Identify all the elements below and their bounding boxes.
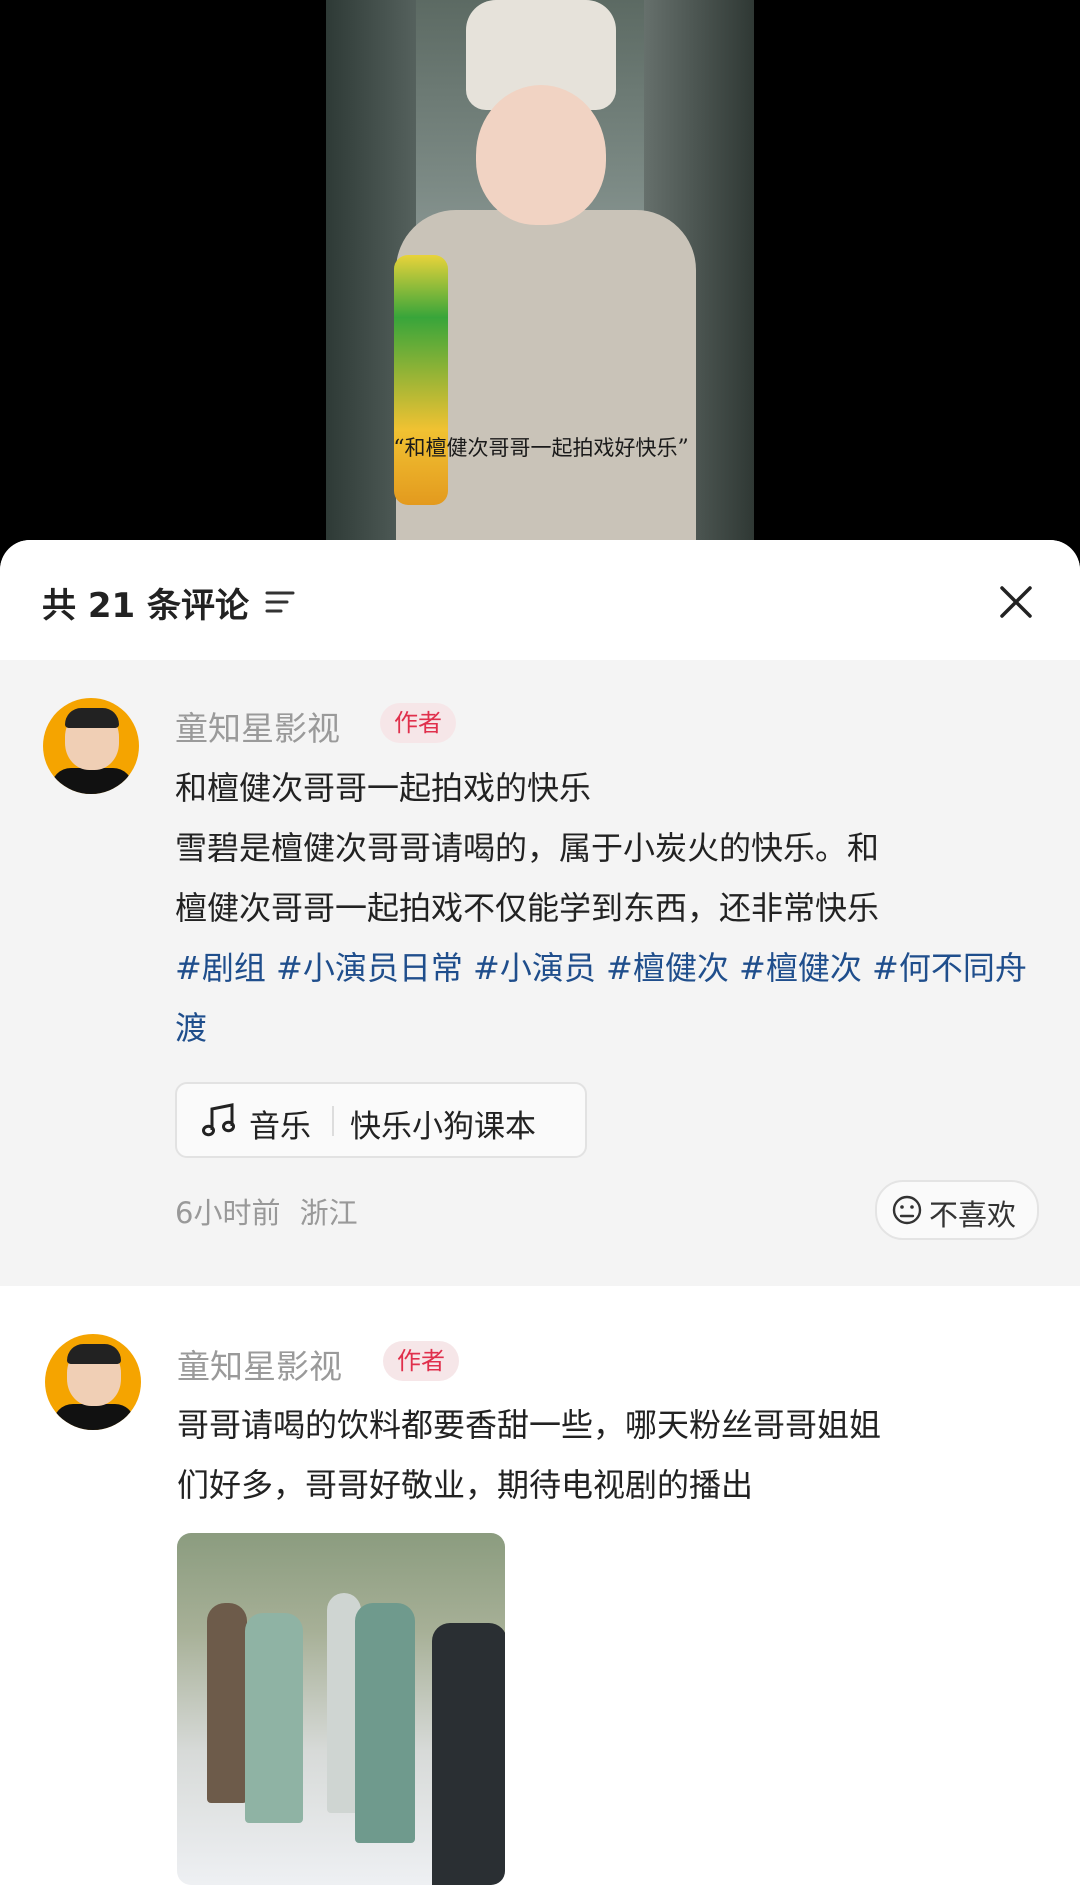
avatar-shirt	[51, 768, 133, 794]
avatar-hair	[65, 708, 119, 728]
comment-text: 哥哥请喝的饮料都要香甜一些，哪天粉丝哥哥姐姐 们好多，哥哥好敬业，期待电视剧的播…	[177, 1395, 1037, 1515]
comment-text: 和檀健次哥哥一起拍戏的快乐 雪碧是檀健次哥哥请喝的，属于小炭火的快乐。和 檀健次…	[175, 758, 1035, 1058]
music-chip[interactable]: 音乐 快乐小狗课本	[175, 1082, 587, 1158]
music-label: 音乐	[249, 1109, 311, 1145]
comment-author[interactable]: 童知星影视	[177, 1340, 342, 1388]
video-figure-face	[476, 85, 606, 225]
comment-line: 哥哥请喝的饮料都要香甜一些，哪天粉丝哥哥姐姐	[177, 1406, 882, 1444]
comment-author[interactable]: 童知星影视	[175, 702, 340, 750]
author-badge: 作者	[383, 1341, 459, 1381]
photo-figure	[207, 1603, 247, 1803]
hashtag[interactable]: #檀健次	[739, 949, 862, 987]
avatar[interactable]	[45, 1334, 141, 1430]
comment-meta: 6小时前 浙江	[175, 1190, 358, 1232]
comment-sheet-header: 共 21 条评论	[0, 540, 1080, 660]
sort-icon[interactable]	[265, 590, 295, 614]
comment-location: 浙江	[299, 1196, 358, 1230]
comment-line: 和檀健次哥哥一起拍戏的快乐	[175, 769, 592, 807]
photo-figure	[432, 1623, 505, 1885]
hashtag[interactable]: #小演员	[473, 949, 596, 987]
avatar[interactable]	[43, 698, 139, 794]
photo-figure	[355, 1603, 415, 1843]
hashtag[interactable]: #小演员日常	[276, 949, 463, 987]
close-icon[interactable]	[996, 582, 1036, 622]
unhappy-face-icon	[892, 1195, 922, 1225]
author-badge: 作者	[380, 703, 456, 743]
avatar-hair	[67, 1344, 121, 1364]
comment-photo[interactable]	[177, 1533, 505, 1885]
dislike-label: 不喜欢	[929, 1198, 1017, 1232]
comment-item	[0, 1286, 1080, 1885]
hashtag[interactable]: #剧组	[175, 949, 266, 987]
music-title: 快乐小狗课本	[350, 1109, 536, 1145]
video-caption: “和檀健次哥哥一起拍戏好快乐”	[393, 436, 689, 461]
comment-line: 雪碧是檀健次哥哥请喝的，属于小炭火的快乐。和	[175, 829, 880, 867]
hashtag-line: #剧组 #小演员日常 #小演员 #檀健次 #檀健次 #何不同舟渡	[175, 938, 1035, 1058]
hashtag[interactable]: #檀健次	[606, 949, 729, 987]
video-drink-bottle	[394, 255, 448, 505]
comment-line: 檀健次哥哥一起拍戏不仅能学到东西，还非常快乐	[175, 889, 880, 927]
comment-line: 们好多，哥哥好敬业，期待电视剧的播出	[177, 1466, 754, 1504]
video-player[interactable]: “和檀健次哥哥一起拍戏好快乐”	[326, 0, 754, 545]
music-divider	[332, 1106, 334, 1136]
dislike-button[interactable]: 不喜欢	[875, 1180, 1039, 1240]
music-note-icon	[202, 1103, 235, 1137]
photo-figure	[245, 1613, 303, 1823]
avatar-shirt	[53, 1404, 135, 1430]
comment-count-title: 共 21 条评论	[42, 586, 249, 626]
comment-time: 6小时前	[175, 1196, 281, 1230]
